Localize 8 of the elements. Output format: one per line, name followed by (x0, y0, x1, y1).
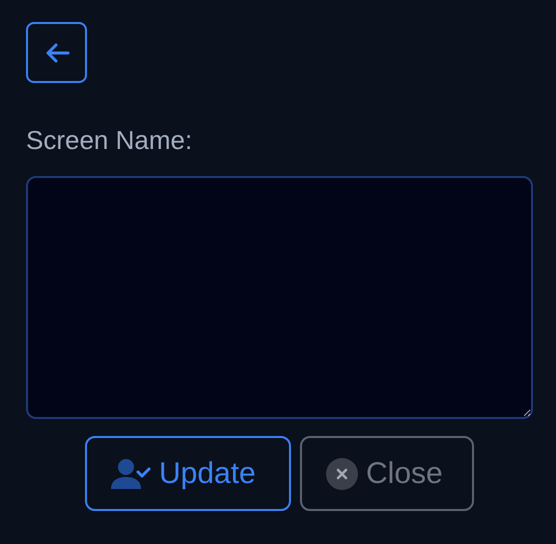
close-button[interactable]: Close (300, 436, 474, 511)
user-check-icon (111, 458, 151, 490)
back-button[interactable] (26, 22, 87, 83)
screen-name-field[interactable] (26, 176, 533, 419)
back-arrow-icon (44, 42, 70, 64)
update-button[interactable]: Update (85, 436, 291, 511)
close-icon (326, 458, 358, 490)
field-label: Screen Name: (26, 125, 192, 155)
